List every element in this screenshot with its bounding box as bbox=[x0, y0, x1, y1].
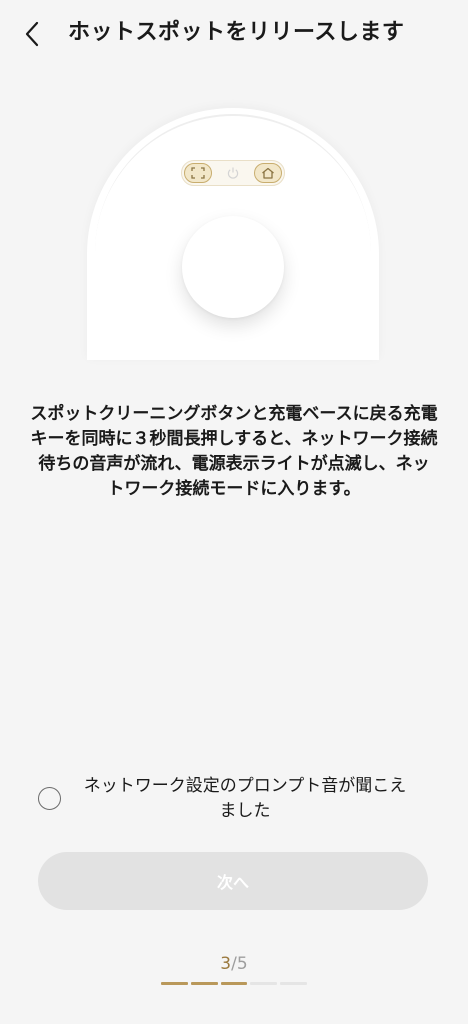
step-segment bbox=[250, 982, 278, 985]
robot-button-panel bbox=[181, 160, 285, 186]
step-current: 3 bbox=[220, 954, 232, 974]
step-segment bbox=[220, 982, 248, 985]
instruction-text: スポットクリーニングボタンと充電ベースに戻る充電キーを同時に３秒間長押しすると、… bbox=[30, 404, 438, 499]
prompt-heard-label: ネットワーク設定のプロンプト音が聞こえました bbox=[83, 776, 407, 821]
power-key-icon bbox=[219, 163, 247, 183]
step-segment bbox=[280, 982, 307, 985]
lidar-cover bbox=[182, 216, 284, 318]
home-charge-key-icon bbox=[254, 163, 282, 183]
next-button[interactable]: 次へ bbox=[38, 852, 428, 910]
robot-top-cover bbox=[87, 108, 379, 360]
step-segment bbox=[161, 982, 188, 985]
prompt-heard-checkbox-row[interactable]: ネットワーク設定のプロンプト音が聞こえました bbox=[36, 774, 432, 826]
step-segment bbox=[190, 982, 218, 985]
robot-illustration bbox=[87, 108, 379, 360]
chevron-left-icon bbox=[25, 21, 39, 47]
back-button[interactable] bbox=[14, 16, 50, 52]
header: ホットスポットをリリースします bbox=[0, 0, 468, 66]
step-progress-bar bbox=[161, 982, 307, 986]
prompt-heard-radio[interactable] bbox=[38, 787, 61, 810]
page-title: ホットスポットをリリースします bbox=[68, 20, 405, 45]
step-total: 5 bbox=[236, 954, 248, 974]
step-indicator: 3/5 bbox=[0, 952, 468, 976]
spot-clean-key-icon bbox=[184, 163, 212, 183]
